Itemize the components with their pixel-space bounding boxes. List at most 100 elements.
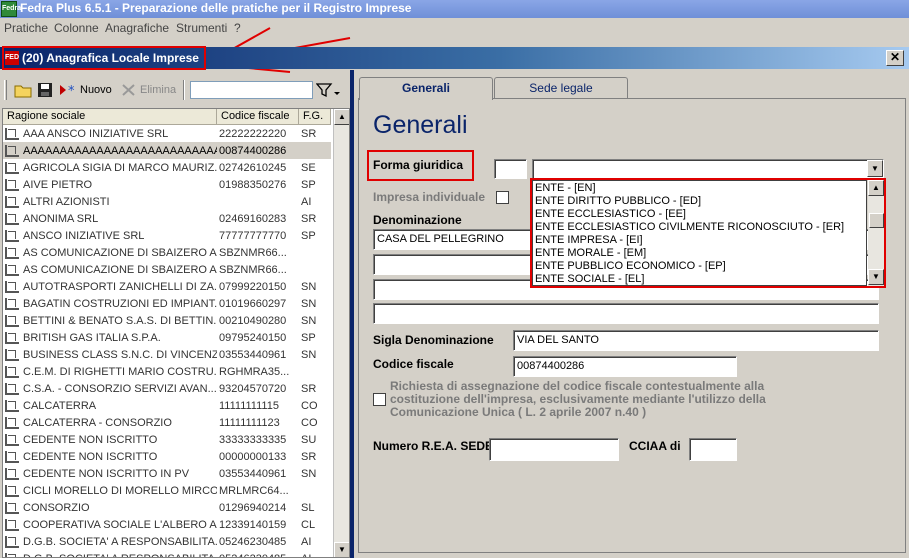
- table-row[interactable]: CALCATERRA 11111111115 CO: [3, 397, 331, 414]
- table-row[interactable]: CEDENTE NON ISCRITTO 33333333335 SU: [3, 431, 331, 448]
- table-row[interactable]: D.G.B. SOCIETA' A RESPONSABILITA...05246…: [3, 550, 331, 558]
- richiesta-cf-checkbox[interactable]: [373, 393, 386, 406]
- panel-heading: Generali: [373, 111, 468, 139]
- impresa-individuale-checkbox[interactable]: [496, 191, 509, 204]
- table-row[interactable]: BUSINESS CLASS S.N.C. DI VINCENZ... 03553…: [3, 346, 331, 363]
- cell-codice-fiscale: 93204570720: [219, 382, 287, 395]
- table-row[interactable]: AIVE PIETRO 01988350276 SP: [3, 176, 331, 193]
- cell-ragione-sociale: CICLI MORELLO DI MORELLO MIRCO: [23, 484, 217, 497]
- cell-codice-fiscale: SBZNMR66...: [219, 246, 287, 259]
- grid-scrollbar[interactable]: ▲ ▼: [333, 109, 349, 557]
- open-button[interactable]: [14, 80, 32, 100]
- table-row[interactable]: ANSCO INIZIATIVE SRL 77777777770 SP: [3, 227, 331, 244]
- table-row[interactable]: D.G.B. SOCIETA' A RESPONSABILITA...05246…: [3, 533, 331, 550]
- cell-codice-fiscale: 33333333335: [219, 433, 287, 446]
- floppy-icon: [38, 83, 52, 97]
- toolbar-grip: [4, 80, 7, 100]
- company-row-icon: [5, 348, 19, 361]
- table-row[interactable]: C.S.A. - CONSORZIO SERVIZI AVAN... 932045…: [3, 380, 331, 397]
- company-row-icon: [5, 484, 19, 497]
- table-row[interactable]: ALTRI AZIONISTI AI: [3, 193, 331, 210]
- denominazione-label: Denominazione: [373, 213, 462, 227]
- table-row[interactable]: COOPERATIVA SOCIALE L'ALBERO A... 1233914…: [3, 516, 331, 533]
- table-row[interactable]: CALCATERRA - CONSORZIO 11111111123 CO: [3, 414, 331, 431]
- cell-codice-fiscale: 00000000133: [219, 450, 287, 463]
- table-row[interactable]: CICLI MORELLO DI MORELLO MIRCO MRLMRC64..…: [3, 482, 331, 499]
- table-row[interactable]: BETTINI & BENATO S.A.S. DI BETTIN... 0021…: [3, 312, 331, 329]
- cell-codice-fiscale: 02742610245: [219, 161, 287, 174]
- cell-ragione-sociale: AGRICOLA SIGIA DI MARCO MAURIZ...: [23, 161, 217, 174]
- company-row-icon: [5, 127, 19, 140]
- forma-giuridica-select[interactable]: [532, 159, 884, 179]
- grid-header: Ragione sociale Codice fiscale F.G.: [3, 109, 331, 125]
- cell-codice-fiscale: 01988350276: [219, 178, 287, 191]
- table-row[interactable]: BAGATIN COSTRUZIONI ED IMPIANT... 0101966…: [3, 295, 331, 312]
- denominazione-line-4[interactable]: [373, 303, 879, 324]
- sigla-input[interactable]: VIA DEL SANTO: [513, 330, 879, 351]
- company-row-icon: [5, 450, 19, 463]
- search-input[interactable]: [190, 81, 313, 99]
- cell-codice-fiscale: 03553440961: [219, 467, 287, 480]
- table-row[interactable]: CEDENTE NON ISCRITTO 00000000133 SR: [3, 448, 331, 465]
- rea-input[interactable]: [489, 438, 619, 461]
- svg-text:*: *: [68, 84, 75, 97]
- table-row[interactable]: BRITISH GAS ITALIA S.P.A. 09795240150 SP: [3, 329, 331, 346]
- table-row[interactable]: CEDENTE NON ISCRITTO IN PV 03553440961 SN: [3, 465, 331, 482]
- table-row[interactable]: CONSORZIO 01296940214 SL: [3, 499, 331, 516]
- table-row[interactable]: C.E.M. DI RIGHETTI MARIO COSTRU... RGHMRA…: [3, 363, 331, 380]
- chevron-down-icon[interactable]: ▼: [867, 160, 883, 177]
- table-row[interactable]: ANONIMA SRL 02469160283 SR: [3, 210, 331, 227]
- filter-button[interactable]: [316, 80, 340, 100]
- close-button[interactable]: ✕: [886, 50, 904, 66]
- panel-splitter[interactable]: [350, 70, 354, 558]
- table-row[interactable]: AAA ANSCO INIZIATIVE SRL 22222222220 SR: [3, 125, 331, 142]
- cell-codice-fiscale: 05246230485: [217, 553, 299, 558]
- save-button[interactable]: [37, 80, 53, 100]
- column-ragione-sociale[interactable]: Ragione sociale: [3, 109, 217, 125]
- cell-ragione-sociale: BAGATIN COSTRUZIONI ED IMPIANT...: [23, 297, 217, 310]
- delete-button[interactable]: Elimina: [121, 80, 176, 100]
- column-codice-fiscale[interactable]: Codice fiscale: [217, 109, 299, 125]
- scroll-down-icon[interactable]: ▼: [334, 542, 349, 557]
- cell-ragione-sociale: CEDENTE NON ISCRITTO: [23, 450, 158, 463]
- company-row-icon: [5, 314, 19, 327]
- new-button[interactable]: * Nuovo: [59, 80, 112, 100]
- cell-codice-fiscale: 05246230485: [219, 535, 287, 548]
- cell-ragione-sociale: D.G.B. SOCIETA' A RESPONSABILITA...: [23, 535, 217, 548]
- app-titlebar: Fedra Fedra Plus 6.5.1 - Preparazione de…: [0, 0, 909, 18]
- cell-fg: SU: [301, 433, 317, 446]
- cell-ragione-sociale: BRITISH GAS ITALIA S.P.A.: [23, 331, 161, 344]
- table-row[interactable]: AGRICOLA SIGIA DI MARCO MAURIZ... 0274261…: [3, 159, 331, 176]
- codice-fiscale-label: Codice fiscale: [373, 357, 454, 371]
- company-row-icon: [5, 229, 19, 242]
- cciaa-label: CCIAA di: [629, 439, 681, 453]
- column-fg[interactable]: F.G.: [299, 109, 331, 125]
- company-row-icon: [5, 212, 19, 225]
- company-row-icon: [5, 144, 19, 157]
- cell-fg: SP: [301, 229, 316, 242]
- codice-fiscale-input[interactable]: 00874400286: [513, 356, 737, 377]
- company-row-icon: [5, 552, 19, 557]
- table-row[interactable]: AS COMUNICAZIONE DI SBAIZERO A... SBZNMR6…: [3, 244, 331, 261]
- table-row[interactable]: AUTOTRASPORTI ZANICHELLI DI ZA... 0799922…: [3, 278, 331, 295]
- forma-giuridica-code-input[interactable]: [494, 159, 527, 179]
- scroll-up-icon[interactable]: ▲: [334, 109, 349, 125]
- cell-codice-fiscale: 00874400286: [219, 144, 287, 157]
- table-row[interactable]: AAAAAAAAAAAAAAAAAAAAAAAAAAAAAAAA...00874…: [3, 142, 331, 159]
- cell-ragione-sociale: CEDENTE NON ISCRITTO IN PV: [23, 467, 190, 480]
- grid-body: AAA ANSCO INIZIATIVE SRL 22222222220 SR AAA…: [3, 125, 331, 558]
- cell-fg: SP: [301, 331, 316, 344]
- cell-codice-fiscale: 03553440961: [219, 348, 287, 361]
- tab-sede-legale[interactable]: Sede legale: [494, 77, 628, 99]
- table-row[interactable]: AS COMUNICAZIONE DI SBAIZERO A... SBZNMR6…: [3, 261, 331, 278]
- cell-fg: SN: [301, 280, 317, 293]
- cciaa-input[interactable]: [689, 438, 737, 461]
- cell-fg: SR: [301, 450, 317, 463]
- richiesta-cf-label: Richiesta di assegnazione del codice fis…: [390, 379, 766, 419]
- cell-codice-fiscale: 01296940214: [219, 501, 287, 514]
- cell-ragione-sociale: C.E.M. DI RIGHETTI MARIO COSTRU...: [23, 365, 217, 378]
- tab-generali[interactable]: Generali: [359, 77, 493, 100]
- cell-fg: SN: [301, 314, 317, 327]
- new-star-icon: *: [60, 84, 75, 97]
- cell-codice-fiscale: 22222222220: [219, 127, 287, 140]
